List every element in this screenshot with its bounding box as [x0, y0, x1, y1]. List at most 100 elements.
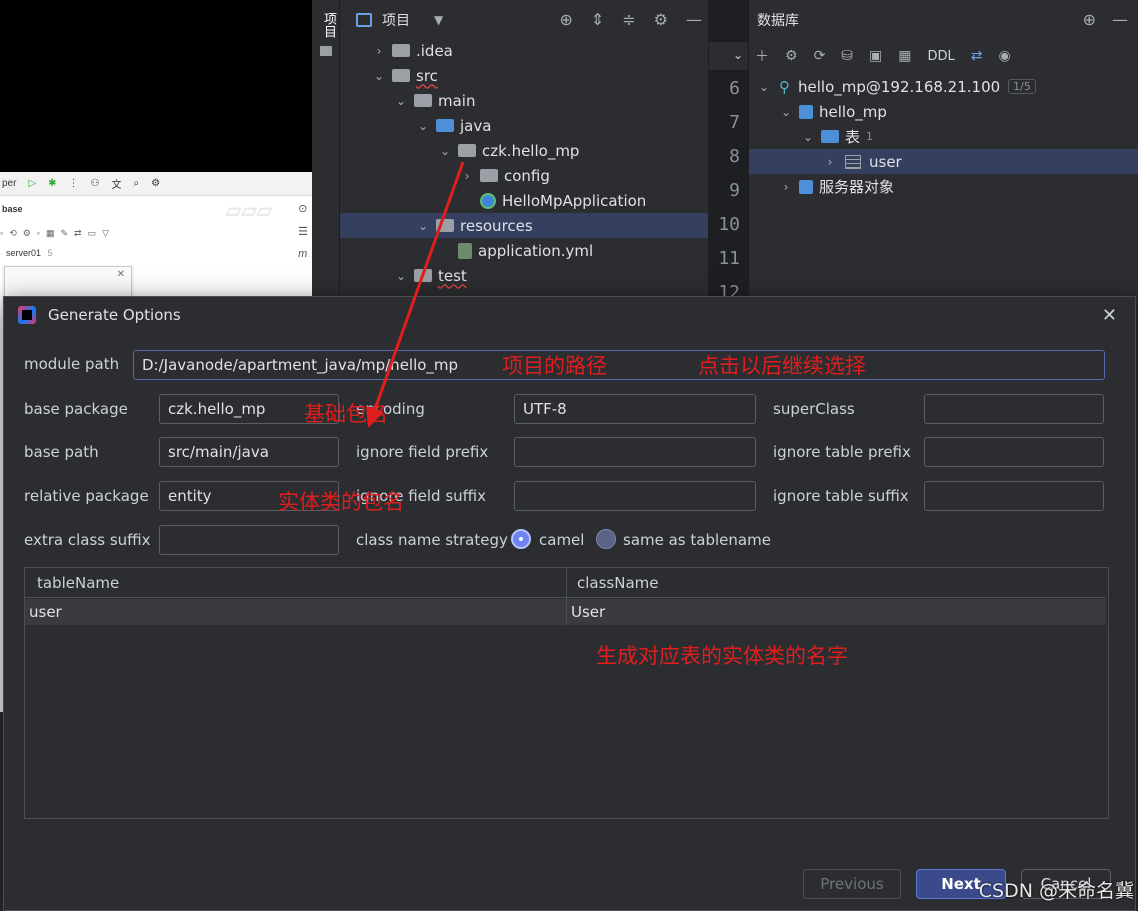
module-path-input[interactable]	[133, 350, 1105, 380]
run-icon: ▷	[28, 178, 37, 189]
source-folder-icon	[436, 119, 454, 132]
db-tree-node[interactable]: ⌄ 表 1	[749, 124, 1138, 149]
server-count: 5	[47, 248, 53, 258]
chevron-down-icon[interactable]: ▼	[434, 13, 443, 27]
expand-all-icon[interactable]: ⇕	[591, 10, 604, 29]
background-app-toolbar: per ▷ ✱ ⋮ ⚇ 文 ⌕ ⚙	[0, 172, 312, 196]
editor-tab-dropdown[interactable]: ⌄	[709, 42, 749, 70]
encoding-input[interactable]	[514, 394, 756, 424]
folder-icon	[392, 44, 410, 57]
minimize-icon[interactable]: —	[1112, 10, 1128, 29]
chevron-down-icon[interactable]: ⌄	[416, 219, 430, 233]
chevron-down-icon[interactable]: ⌄	[394, 94, 408, 108]
tree-node-czk-hello-mp[interactable]: ⌄ czk.hello_mp	[340, 138, 708, 163]
console-icon[interactable]: ▣	[869, 48, 882, 64]
tree-node--idea[interactable]: › .idea	[340, 38, 708, 63]
jump-icon[interactable]: ⇄	[971, 48, 983, 64]
folder-icon	[414, 269, 432, 282]
folder-icon	[392, 69, 410, 82]
line-number: 9	[729, 180, 740, 201]
ignore-field-prefix-input[interactable]	[514, 437, 756, 467]
table-cell-tablename[interactable]: user	[25, 599, 566, 625]
tree-node-test[interactable]: ⌄ test	[340, 263, 708, 288]
project-tool-tab[interactable]: 项目	[319, 12, 338, 38]
background-app-title: base	[2, 204, 23, 214]
yaml-file-icon	[458, 242, 472, 259]
tree-node-label: HelloMpApplication	[502, 191, 647, 210]
refresh-icon[interactable]: ⟳	[814, 48, 826, 64]
base-path-input[interactable]	[159, 437, 339, 467]
base-path-label: base path	[24, 443, 99, 461]
project-panel-title[interactable]: 项目	[382, 10, 410, 30]
locate-icon[interactable]: ⊕	[559, 10, 572, 29]
annotation-base-package: 基础包名	[304, 402, 388, 426]
close-icon[interactable]: ✕	[1102, 305, 1117, 326]
same-as-tablename-radio-label[interactable]: same as tablename	[623, 531, 771, 549]
annotation-click-continue: 点击以后继续选择	[698, 354, 866, 378]
database-panel-header: 数据库 ⊕ —	[749, 0, 1138, 40]
chevron-down-icon[interactable]: ⌄	[372, 69, 386, 83]
tree-node-src[interactable]: ⌄ src	[340, 63, 708, 88]
tree-node-label: config	[504, 166, 550, 185]
table-cell-classname[interactable]: User	[567, 599, 1106, 625]
server-name: server01	[6, 248, 42, 258]
locate-icon[interactable]: ⊕	[1083, 10, 1096, 29]
chevron-right-icon[interactable]: ›	[779, 180, 793, 194]
tree-node-config[interactable]: › config	[340, 163, 708, 188]
tree-node-resources[interactable]: ⌄ resources	[340, 213, 708, 238]
chevron-down-icon[interactable]: ⌄	[438, 144, 452, 158]
tree-node-label: resources	[460, 216, 533, 235]
table-icon[interactable]: ▦	[898, 48, 911, 64]
extra-class-suffix-input[interactable]	[159, 525, 339, 555]
chevron-down-icon[interactable]: ⌄	[394, 269, 408, 283]
translate-icon: 文	[111, 180, 122, 191]
folder-icon	[821, 130, 839, 143]
camel-radio-label[interactable]: camel	[539, 531, 584, 549]
eye-icon[interactable]: ◉	[999, 48, 1011, 64]
chevron-right-icon[interactable]: ›	[460, 169, 474, 183]
tool-window-strip: 项目	[312, 0, 340, 300]
ddl-button[interactable]: DDL	[928, 49, 955, 64]
table-header-classname[interactable]: className	[567, 568, 1106, 598]
tree-node-java[interactable]: ⌄ java	[340, 113, 708, 138]
project-panel: 项目 ▼ ⊕ ⇕ ≑ ⚙ — › .idea ⌄ src ⌄ main ⌄ java ⌄ czk.…	[340, 0, 708, 300]
tree-node-hellompapplication[interactable]: HelloMpApplication	[340, 188, 708, 213]
module-path-label: module path	[24, 355, 120, 373]
ignore-field-suffix-input[interactable]	[514, 481, 756, 511]
chevron-down-icon[interactable]: ⌄	[801, 130, 815, 144]
db-tree-node[interactable]: ⌄ hello_mp	[749, 99, 1138, 124]
chevron-right-icon[interactable]: ›	[372, 44, 386, 58]
package-icon	[458, 144, 476, 157]
tree-node-main[interactable]: ⌄ main	[340, 88, 708, 113]
chevron-right-icon[interactable]: ›	[823, 155, 837, 169]
db-tree-node[interactable]: › 服务器对象	[749, 174, 1138, 199]
camel-radio[interactable]	[511, 529, 531, 549]
db-tree-node[interactable]: › user	[749, 149, 1138, 174]
tree-node-application-yml[interactable]: application.yml	[340, 238, 708, 263]
datasource-icon[interactable]: ⛁	[841, 48, 853, 64]
same-as-tablename-radio[interactable]	[596, 529, 616, 549]
superclass-input[interactable]	[924, 394, 1104, 424]
more-icon: ⋮	[68, 178, 79, 189]
tree-node-label: .idea	[416, 41, 453, 60]
properties-icon[interactable]: ⚙	[785, 48, 798, 64]
chevron-down-icon[interactable]: ⌄	[757, 80, 771, 94]
add-icon[interactable]: ＋	[755, 46, 769, 66]
minimize-icon[interactable]: —	[686, 10, 702, 29]
table-header-tablename[interactable]: tableName	[25, 568, 566, 598]
collapse-all-icon[interactable]: ≑	[622, 10, 635, 29]
class-name-strategy-label: class name strategy	[356, 531, 508, 549]
ignore-table-prefix-input[interactable]	[924, 437, 1104, 467]
db-tree-node[interactable]: ⌄ ⚲ hello_mp@192.168.21.100 1/5	[749, 74, 1138, 99]
schema-count-badge[interactable]: 1/5	[1008, 79, 1036, 94]
line-number: 7	[729, 112, 740, 133]
user-icon: ⚇	[90, 178, 100, 189]
chevron-down-icon[interactable]: ⌄	[416, 119, 430, 133]
close-icon: ✕	[116, 269, 125, 280]
previous-button[interactable]: Previous	[803, 869, 901, 899]
chevron-down-icon[interactable]: ⌄	[779, 105, 793, 119]
gear-icon[interactable]: ⚙	[654, 10, 668, 29]
schema-icon	[799, 104, 813, 119]
line-number: 10	[718, 214, 740, 235]
ignore-table-suffix-input[interactable]	[924, 481, 1104, 511]
